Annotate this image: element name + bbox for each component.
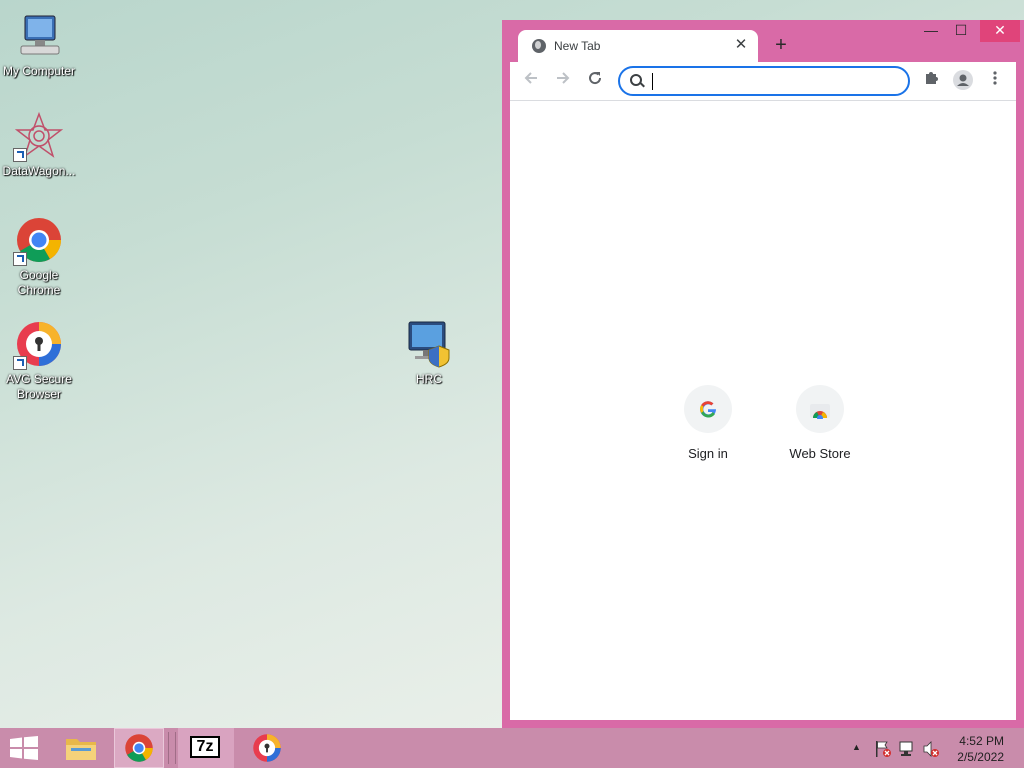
shortcut-arrow-icon xyxy=(13,252,27,266)
shortcut-arrow-icon xyxy=(13,148,27,162)
kebab-menu-icon xyxy=(993,71,997,85)
tab-new-tab[interactable]: New Tab ✕ xyxy=(518,30,758,62)
desktop-icon-label: Google Chrome xyxy=(17,268,61,297)
new-tab-page: Sign in Web Store xyxy=(510,101,1016,720)
remote-computer-icon xyxy=(405,320,453,368)
forward-arrow-icon xyxy=(557,72,570,84)
taskbar: 7z ▲ 4:52 PM 2/5/2022 xyxy=(0,728,1024,768)
address-input[interactable] xyxy=(650,71,904,93)
desktop-icon-label: DataWagon... xyxy=(2,164,76,178)
google-g-icon xyxy=(684,385,732,433)
network-icon[interactable] xyxy=(898,740,916,758)
search-icon xyxy=(630,74,642,86)
profile-button[interactable] xyxy=(952,70,974,92)
avg-browser-icon xyxy=(13,320,63,370)
taskbar-separator xyxy=(168,732,176,764)
volume-muted-icon[interactable] xyxy=(922,740,940,758)
chrome-icon xyxy=(125,734,153,762)
shortcut-label: Sign in xyxy=(688,446,728,461)
shortcut-arrow-icon xyxy=(13,356,27,370)
start-button[interactable] xyxy=(0,728,48,768)
tab-title: New Tab xyxy=(554,39,601,53)
globe-icon xyxy=(532,39,546,53)
desktop-icon-google-chrome[interactable]: Google Chrome xyxy=(0,216,78,298)
shortcut-label: Web Store xyxy=(789,446,851,461)
forward-button[interactable] xyxy=(552,70,574,92)
extensions-button[interactable] xyxy=(920,70,942,92)
taskbar-avg-browser[interactable] xyxy=(244,728,290,768)
avg-browser-icon xyxy=(253,734,281,762)
7zip-icon: 7z xyxy=(190,736,220,758)
browser-window: — ☐ ✕ New Tab ✕ + Sign in Web Store xyxy=(502,20,1024,728)
close-window-button[interactable]: ✕ xyxy=(980,20,1020,42)
taskbar-7zip[interactable]: 7z xyxy=(178,728,234,768)
chrome-web-store-icon xyxy=(796,385,844,433)
puzzle-icon xyxy=(926,72,938,84)
back-button[interactable] xyxy=(520,70,542,92)
windows-logo-icon xyxy=(10,736,38,760)
system-tray: ▲ xyxy=(846,728,946,768)
tab-close-icon[interactable]: ✕ xyxy=(732,36,750,54)
datawagon-icon xyxy=(13,111,64,162)
shortcut-tile-web-store[interactable]: Web Store xyxy=(764,385,876,461)
desktop-icon-hrc[interactable]: HRC xyxy=(390,320,468,387)
desktop-icon-datawagon[interactable]: DataWagon... xyxy=(0,111,78,179)
text-caret xyxy=(652,73,653,90)
taskbar-file-explorer[interactable] xyxy=(58,728,104,768)
chrome-icon xyxy=(13,216,63,266)
clock-time: 4:52 PM xyxy=(959,734,1004,748)
new-tab-button[interactable]: + xyxy=(770,34,792,56)
back-arrow-icon xyxy=(524,72,537,84)
reload-button[interactable] xyxy=(584,70,606,92)
minimize-button[interactable]: — xyxy=(916,20,946,42)
desktop-icon-label: HRC xyxy=(416,372,442,386)
desktop-icon-avg-secure-browser[interactable]: AVG Secure Browser xyxy=(0,320,78,402)
maximize-button[interactable]: ☐ xyxy=(946,20,976,42)
desktop-icon-label: My Computer xyxy=(2,64,76,78)
menu-button[interactable] xyxy=(984,70,1006,92)
desktop-icon-label: AVG Secure Browser xyxy=(6,372,72,401)
file-explorer-icon xyxy=(66,739,96,760)
profile-avatar-icon xyxy=(953,70,973,90)
computer-icon xyxy=(15,12,63,60)
taskbar-chrome[interactable] xyxy=(114,728,164,768)
action-center-flag-icon[interactable] xyxy=(874,740,892,758)
browser-toolbar xyxy=(510,62,1016,101)
reload-icon xyxy=(589,72,602,85)
clock-date: 2/5/2022 xyxy=(957,750,1004,764)
shortcut-tile-sign-in[interactable]: Sign in xyxy=(652,385,764,461)
clock[interactable]: 4:52 PM 2/5/2022 xyxy=(957,733,1004,765)
desktop-icon-my-computer[interactable]: My Computer xyxy=(0,12,78,79)
address-bar[interactable] xyxy=(618,66,910,96)
show-hidden-icons-button[interactable]: ▲ xyxy=(852,742,861,752)
